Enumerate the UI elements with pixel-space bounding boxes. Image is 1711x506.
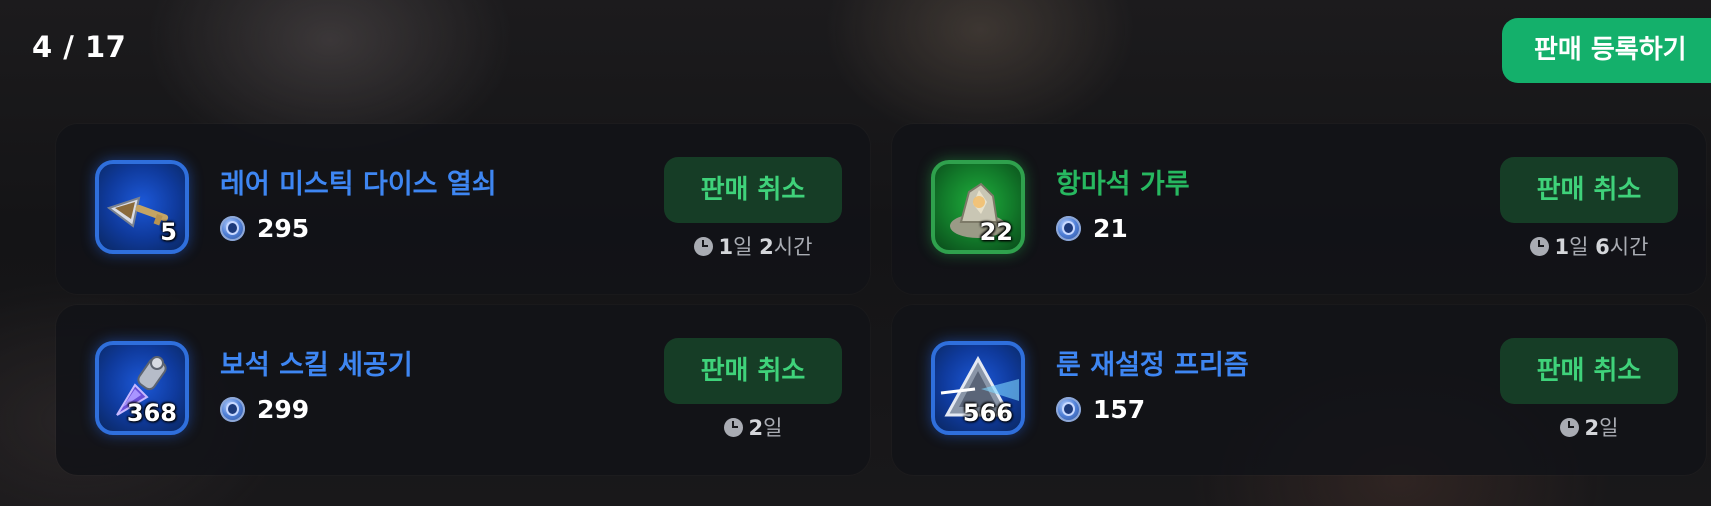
price-row: 21 — [1056, 213, 1128, 243]
clock-icon — [1529, 236, 1549, 256]
item-count: 566 — [962, 399, 1013, 427]
item-price: 157 — [1093, 394, 1146, 424]
blue-coin-icon — [220, 396, 245, 422]
listing-card: 566 룬 재설정 프리즘 157 판매 취소 2일 — [892, 305, 1706, 475]
cancel-sale-button[interactable]: 판매 취소 — [664, 338, 842, 404]
time-remaining: 2일 — [664, 412, 842, 442]
time-remaining: 1일 6시간 — [1500, 231, 1678, 261]
item-price: 21 — [1093, 213, 1128, 243]
item-price: 299 — [257, 394, 310, 424]
time-remaining: 2일 — [1500, 412, 1678, 442]
price-row: 295 — [220, 213, 309, 243]
blue-coin-icon — [1056, 396, 1081, 422]
listing-card: 368 보석 스킬 세공기 299 판매 취소 2일 — [56, 305, 870, 475]
cancel-sale-button[interactable]: 판매 취소 — [1500, 338, 1678, 404]
price-row: 157 — [1056, 394, 1145, 424]
item-count: 368 — [126, 399, 177, 427]
item-name: 항마석 가루 — [1056, 169, 1190, 200]
item-slot[interactable]: 368 — [95, 341, 189, 435]
time-remaining-text: 1일 6시간 — [1554, 235, 1649, 259]
clock-icon — [1559, 417, 1579, 437]
item-count: 5 — [160, 218, 177, 246]
clock-icon — [693, 236, 713, 256]
clock-icon — [723, 417, 743, 437]
listing-counter: 4 / 17 — [32, 30, 127, 64]
blue-coin-icon — [220, 215, 245, 241]
price-row: 299 — [220, 394, 309, 424]
blue-coin-icon — [1056, 215, 1081, 241]
item-name: 레어 미스틱 다이스 열쇠 — [220, 169, 497, 200]
listing-card: 5 레어 미스틱 다이스 열쇠 295 판매 취소 1일 2시간 — [56, 124, 870, 294]
listing-card: 22 항마석 가루 21 판매 취소 1일 6시간 — [892, 124, 1706, 294]
item-slot[interactable]: 5 — [95, 160, 189, 254]
item-slot[interactable]: 22 — [931, 160, 1025, 254]
item-price: 295 — [257, 213, 310, 243]
time-remaining-text: 2일 — [1584, 416, 1619, 440]
item-name: 보석 스킬 세공기 — [220, 350, 413, 381]
cancel-sale-button[interactable]: 판매 취소 — [664, 157, 842, 223]
time-remaining-text: 2일 — [748, 416, 783, 440]
item-count: 22 — [979, 218, 1013, 246]
time-remaining: 1일 2시간 — [664, 231, 842, 261]
item-name: 룬 재설정 프리즘 — [1056, 350, 1249, 381]
register-sale-button[interactable]: 판매 등록하기 — [1502, 18, 1711, 83]
time-remaining-text: 1일 2시간 — [718, 235, 813, 259]
item-slot[interactable]: 566 — [931, 341, 1025, 435]
cancel-sale-button[interactable]: 판매 취소 — [1500, 157, 1678, 223]
